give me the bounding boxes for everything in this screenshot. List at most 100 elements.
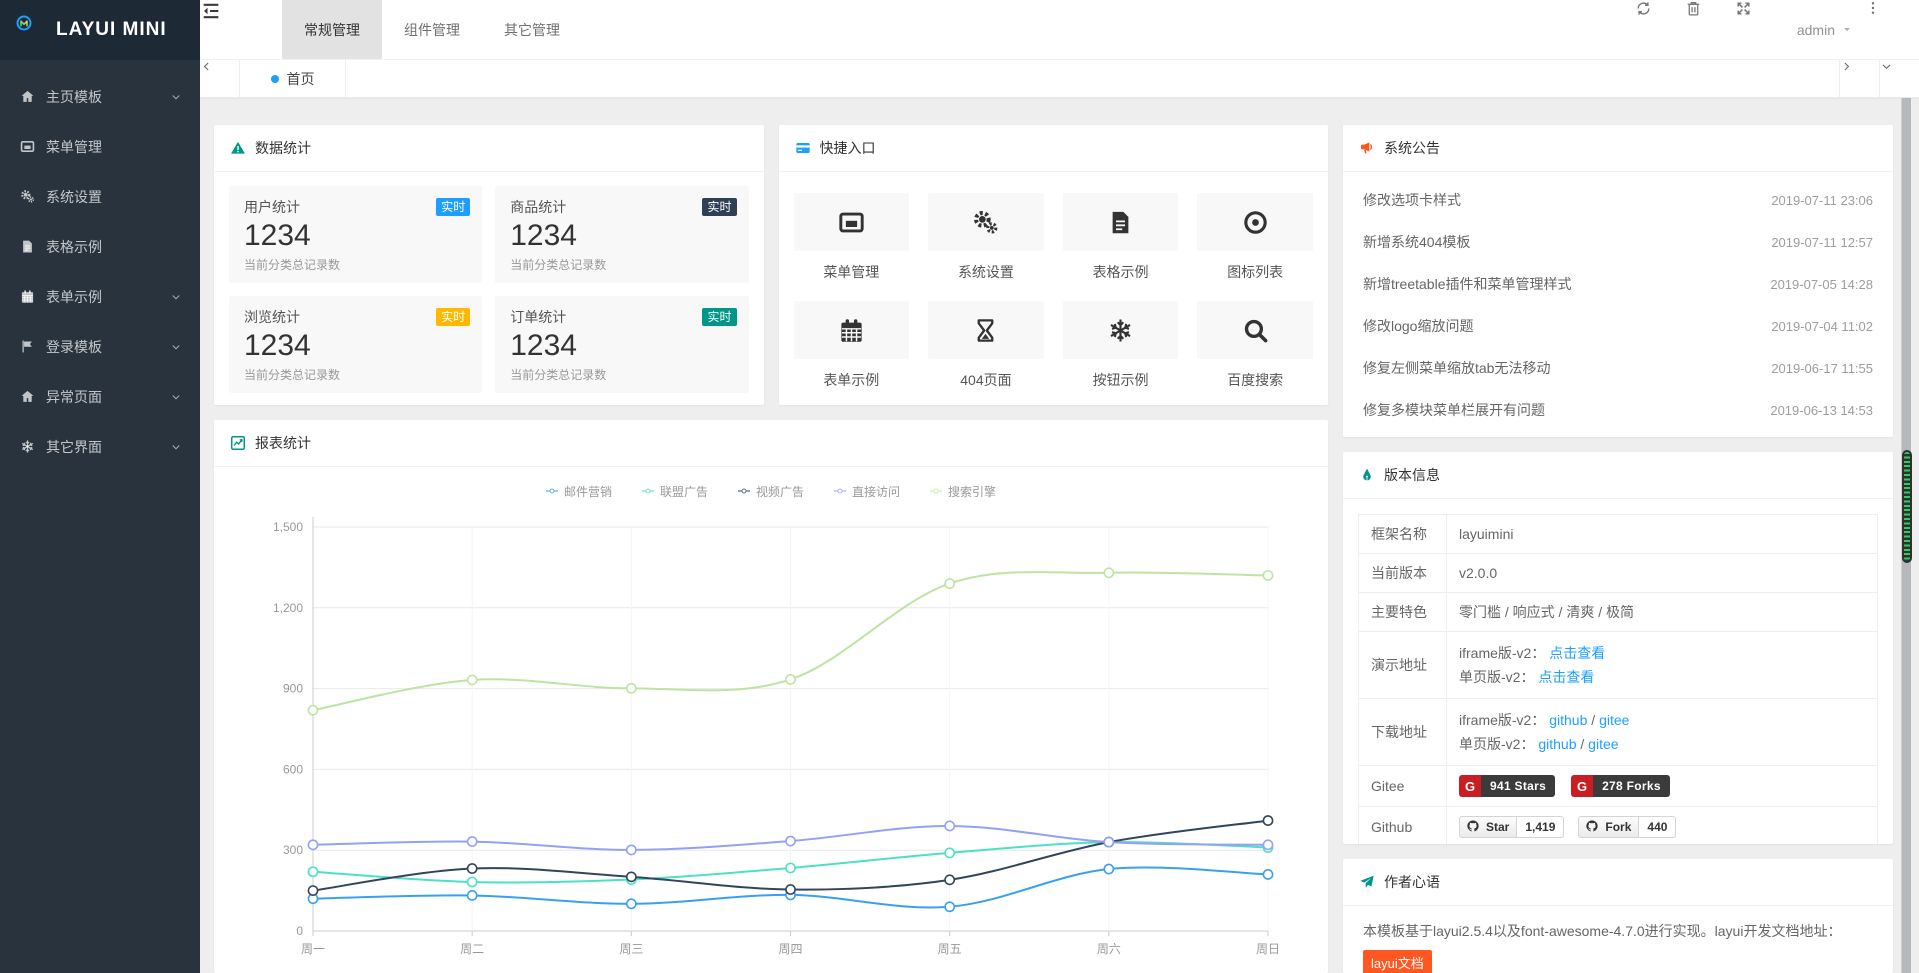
author-title: 作者心语: [1384, 872, 1440, 892]
legend-item[interactable]: 视频广告: [738, 483, 804, 500]
window-icon: [838, 209, 865, 236]
fullscreen-button[interactable]: [1735, 0, 1785, 59]
header-nav-tab[interactable]: 常规管理: [282, 0, 382, 59]
svg-text:0: 0: [296, 924, 303, 938]
quick-entry-item[interactable]: 404页面: [928, 301, 1044, 390]
left-column: 数据统计 用户统计1234当前分类总记录数实时商品统计1234当前分类总记录数实…: [214, 125, 1328, 973]
flag-icon: [20, 339, 36, 355]
vertical-scrollbar[interactable]: [1901, 98, 1911, 973]
announcement-text: 新增系统404模板: [1363, 232, 1470, 252]
card-icon: [795, 140, 811, 156]
file-icon: [20, 239, 36, 255]
quick-entry-item[interactable]: 表单示例: [794, 301, 910, 390]
snowflake-icon: [20, 439, 36, 455]
legend-item[interactable]: 直接访问: [834, 483, 900, 500]
quick-entry-item[interactable]: 百度搜索: [1197, 301, 1313, 390]
demo-link[interactable]: 点击查看: [1538, 669, 1594, 685]
quick-entry-label: 图标列表: [1197, 262, 1313, 282]
header-nav-tabs: 常规管理组件管理其它管理: [282, 0, 582, 59]
tabs-scroll-right-button[interactable]: [1839, 60, 1879, 97]
header-spacer: [582, 0, 1635, 59]
paper-plane-icon: [1359, 874, 1375, 890]
quick-entry-item[interactable]: 表格示例: [1063, 193, 1179, 282]
gitee-badge[interactable]: G278 Forks: [1571, 775, 1670, 797]
table-row: Gitee G941 StarsG278 Forks: [1359, 766, 1878, 807]
announcement-row: 新增系统404模板2019-07-11 12:57: [1363, 221, 1873, 263]
sidebar-item[interactable]: 表格示例: [0, 222, 200, 272]
circle-dot-icon: [1242, 209, 1269, 236]
stat-card-label: 商品统计: [510, 197, 733, 217]
scrollbar-thumb[interactable]: [1902, 450, 1912, 563]
sidebar-item[interactable]: 主页模板: [0, 72, 200, 122]
quick-entry-tile: [928, 193, 1044, 251]
legend-item[interactable]: 联盟广告: [642, 483, 708, 500]
legend-item[interactable]: 邮件营销: [546, 483, 612, 500]
quick-entry-item[interactable]: 按钮示例: [1063, 301, 1179, 390]
legend-marker-icon: [738, 485, 750, 497]
row-label: 下载地址: [1359, 699, 1447, 766]
quick-entry-item[interactable]: 菜单管理: [794, 193, 910, 282]
announcement-row: 修复左侧菜单缩放tab无法移动2019-06-17 11:55: [1363, 347, 1873, 389]
calendar-icon: [838, 317, 865, 344]
github-badge[interactable]: Fork440: [1578, 816, 1676, 838]
svg-text:周日: 周日: [1256, 942, 1280, 956]
more-options-button[interactable]: [1865, 0, 1907, 59]
hourglass-icon: [972, 317, 999, 344]
demo-links: iframe版-v2： 点击查看单页版-v2： 点击查看: [1447, 632, 1878, 699]
sidebar-item-label: 菜单管理: [46, 137, 182, 157]
sidebar-item[interactable]: 登录模板: [0, 322, 200, 372]
tab-home[interactable]: 首页: [240, 60, 346, 97]
header-nav-tab[interactable]: 组件管理: [382, 0, 482, 59]
download-link[interactable]: gitee: [1599, 712, 1629, 728]
announcement-row: 修复多模块菜单栏展开有问题2019-06-13 14:53: [1363, 389, 1873, 431]
right-column: 系统公告 修改选项卡样式2019-07-11 23:06新增系统404模板201…: [1343, 125, 1893, 973]
github-badge[interactable]: Star1,419: [1459, 816, 1564, 838]
gitee-badge[interactable]: G941 Stars: [1459, 775, 1555, 797]
stat-card-value: 1234: [244, 218, 467, 254]
chevron-down-icon: [170, 341, 182, 353]
refresh-button[interactable]: [1635, 0, 1685, 59]
stat-card: 订单统计1234当前分类总记录数实时: [495, 296, 748, 393]
quick-entry-tile: [1063, 193, 1179, 251]
sidebar-item[interactable]: 异常页面: [0, 372, 200, 422]
download-link[interactable]: github: [1538, 736, 1576, 752]
caret-down-icon: [1841, 23, 1853, 36]
layui-doc-link[interactable]: layui文档: [1363, 950, 1432, 973]
download-link[interactable]: github: [1549, 712, 1587, 728]
sidebar-item[interactable]: 菜单管理: [0, 122, 200, 172]
stat-card-caption: 当前分类总记录数: [510, 366, 733, 383]
gitee-badge-text: 278 Forks: [1593, 775, 1670, 797]
download-line: 单页版-v2： github / gitee: [1459, 732, 1865, 756]
legend-label: 联盟广告: [660, 483, 708, 500]
quick-entry-item[interactable]: 系统设置: [928, 193, 1044, 282]
active-tab-dot-icon: [271, 75, 279, 83]
table-row: 当前版本 v2.0.0: [1359, 554, 1878, 593]
clear-cache-button[interactable]: [1685, 0, 1735, 59]
quick-entry-panel: 快捷入口 菜单管理系统设置表格示例图标列表表单示例404页面按钮示例百度搜索: [779, 125, 1329, 405]
quick-entry-label: 404页面: [928, 370, 1044, 390]
sidebar-item[interactable]: 其它界面: [0, 422, 200, 472]
sidebar-item-label: 异常页面: [46, 387, 170, 407]
user-menu[interactable]: admin: [1785, 0, 1865, 59]
gitee-badges: G941 Stars G278 Forks: [1447, 766, 1878, 807]
sidebar-item[interactable]: 系统设置: [0, 172, 200, 222]
quick-entry-item[interactable]: 图标列表: [1197, 193, 1313, 282]
quick-entry-label: 百度搜索: [1197, 370, 1313, 390]
page-tabbar: 首页: [200, 60, 1919, 98]
legend-item[interactable]: 搜索引擎: [930, 483, 996, 500]
sidebar-item[interactable]: 表单示例: [0, 272, 200, 322]
announcement-text: 新增treetable插件和菜单管理样式: [1363, 274, 1571, 294]
stat-card-caption: 当前分类总记录数: [510, 256, 733, 273]
header-nav-tab[interactable]: 其它管理: [482, 0, 582, 59]
download-links: iframe版-v2： github / gitee单页版-v2： github…: [1447, 699, 1878, 766]
stat-card: 浏览统计1234当前分类总记录数实时: [229, 296, 482, 393]
collapse-sidebar-button[interactable]: [200, 0, 282, 59]
quick-entry-tile: [794, 301, 910, 359]
logo[interactable]: LAYUI MINI: [0, 0, 200, 60]
tabs-scroll-left-button[interactable]: [200, 60, 240, 97]
demo-link[interactable]: 点击查看: [1549, 645, 1605, 661]
announcement-text: 修复多模块菜单栏展开有问题: [1363, 400, 1545, 420]
tabs-menu-button[interactable]: [1879, 60, 1919, 97]
search-icon: [1242, 317, 1269, 344]
download-link[interactable]: gitee: [1588, 736, 1618, 752]
